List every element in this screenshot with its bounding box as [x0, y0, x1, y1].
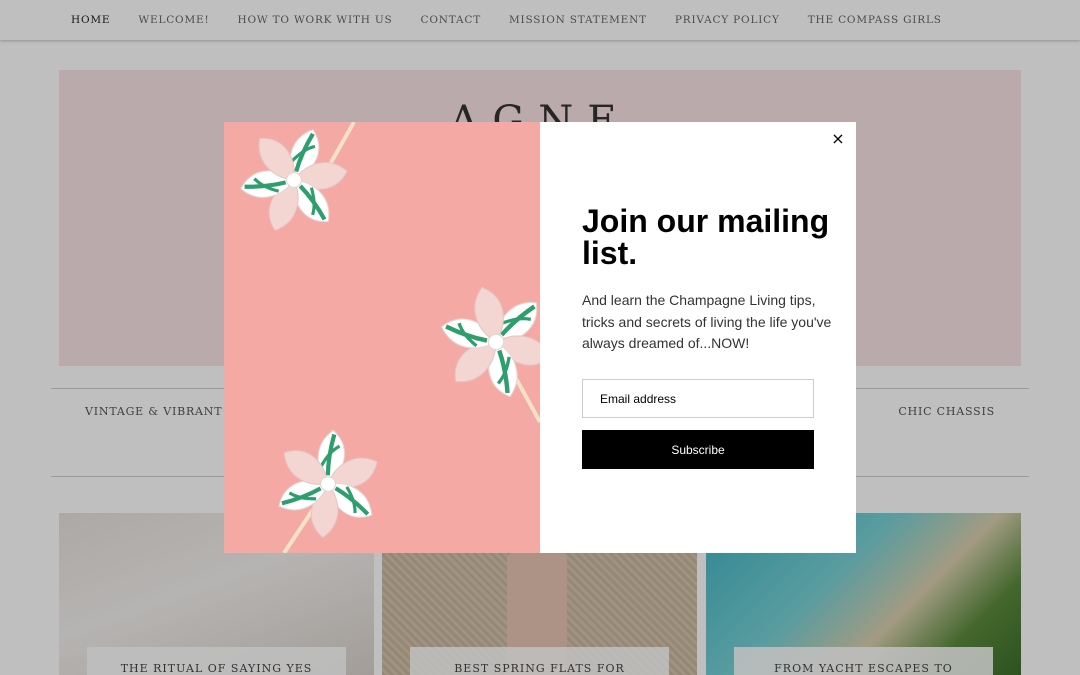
- popup-content: × Join our mailing list. And learn the C…: [540, 122, 856, 553]
- popup-heading: Join our mailing list.: [582, 203, 830, 271]
- email-field[interactable]: [582, 379, 814, 418]
- pinwheel-image: [224, 122, 540, 553]
- close-icon[interactable]: ×: [829, 130, 847, 148]
- popup-description: And learn the Champagne Living tips, tri…: [582, 292, 832, 351]
- subscribe-button[interactable]: Subscribe: [582, 430, 814, 469]
- pinwheel-illustration: [224, 122, 540, 553]
- mailing-list-popup: × Join our mailing list. And learn the C…: [224, 122, 856, 553]
